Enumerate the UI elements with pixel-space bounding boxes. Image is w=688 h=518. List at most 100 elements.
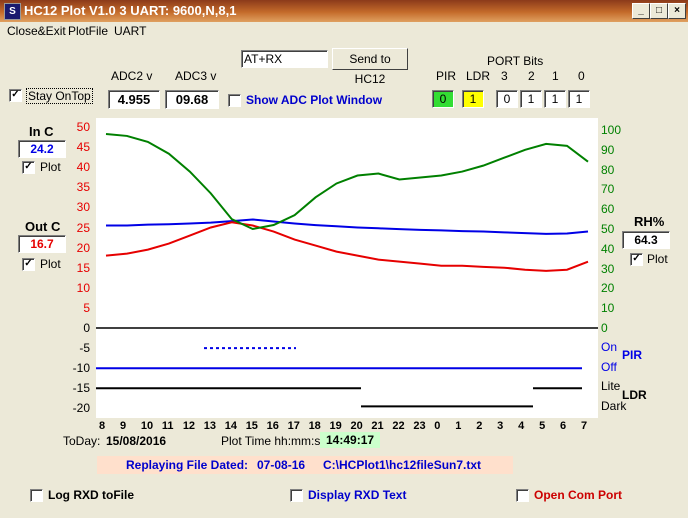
menu-close-exit[interactable]: Close&Exit — [7, 24, 66, 38]
menu-bar: Close&Exit PlotFile UART — [0, 22, 688, 40]
x-tick: 8 — [99, 420, 106, 432]
port-bit-3: 0 — [496, 90, 518, 108]
maximize-button[interactable]: □ — [650, 3, 668, 19]
x-tick: 20 — [350, 420, 363, 432]
x-tick: 5 — [539, 420, 546, 432]
y-tick-lower: -20 — [72, 401, 90, 416]
y-tick-temp: 20 — [76, 240, 90, 255]
axis-off-label: Off — [601, 360, 617, 374]
replay-date: 07-08-16 — [257, 458, 306, 472]
series-inc — [106, 218, 589, 235]
x-tick: 18 — [308, 420, 321, 432]
y-tick-rh: 70 — [601, 182, 615, 197]
send-to-hc12-button[interactable]: Send to HC12 — [332, 48, 408, 86]
title-bar[interactable]: S HC12 Plot V1.0 3 UART: 9600,N,8,1 _ □ … — [0, 0, 688, 22]
replay-path: C:\HCPlot1\hc12fileSun7.txt — [323, 458, 482, 472]
out-c-plot-label: Plot — [40, 257, 61, 271]
log-rxd-checkbox[interactable] — [30, 489, 43, 502]
out-c-value: 16.7 — [18, 235, 66, 253]
command-input[interactable]: AT+RX — [241, 50, 328, 68]
in-c-plot-checkbox[interactable]: ✓ — [22, 161, 35, 174]
stay-on-top-checkbox[interactable]: ✓ — [9, 89, 22, 102]
log-rxd-label: Log RXD toFile — [48, 488, 134, 502]
series-rh — [105, 132, 589, 231]
plot-area[interactable] — [96, 118, 598, 418]
display-rxd-checkbox[interactable] — [290, 489, 303, 502]
x-tick: 4 — [518, 420, 525, 432]
y-tick-rh: 100 — [601, 123, 622, 137]
x-tick: 13 — [203, 420, 217, 432]
x-tick: 15 — [245, 420, 258, 432]
today-value: 15/08/2016 — [106, 434, 167, 448]
today-label: ToDay: — [63, 434, 101, 448]
open-com-checkbox[interactable] — [516, 489, 529, 502]
y-tick-temp: 10 — [76, 280, 90, 295]
adc2-label: ADC2 v — [111, 69, 153, 83]
open-com-label: Open Com Port — [534, 488, 623, 502]
port-bit-ldr: 1 — [462, 90, 484, 108]
y-tick-rh: 40 — [601, 241, 615, 256]
y-tick-rh: 80 — [601, 162, 615, 177]
x-tick: 2 — [476, 420, 483, 432]
y-tick-temp: 45 — [76, 140, 90, 155]
menu-plotfile[interactable]: PlotFile — [68, 24, 108, 38]
port-bit-2: 1 — [520, 90, 542, 108]
rh-plot-label: Plot — [647, 252, 668, 266]
x-tick: 1 — [455, 420, 462, 432]
rh-title: RH% — [634, 214, 665, 229]
y-tick-lower: -15 — [72, 381, 90, 396]
x-tick: 9 — [119, 420, 127, 432]
y-tick-rh: 60 — [601, 202, 615, 217]
x-tick: 23 — [413, 420, 426, 432]
window-title: HC12 Plot V1.0 3 UART: 9600,N,8,1 — [24, 3, 237, 18]
x-tick: 16 — [266, 420, 279, 432]
plot-time-label: Plot Time hh:mm:ss — [221, 434, 327, 448]
y-tick-temp: 50 — [76, 120, 90, 134]
y-tick-temp: 25 — [76, 220, 90, 235]
x-tick: 22 — [392, 420, 405, 432]
in-c-plot-label: Plot — [40, 160, 61, 174]
axis-pir-label: PIR — [622, 348, 643, 362]
y-tick-rh: 50 — [601, 222, 615, 236]
port-label-ldr: LDR — [466, 69, 491, 83]
x-tick: 11 — [161, 420, 174, 432]
axis-on-label: On — [601, 340, 618, 354]
y-tick-rh: 10 — [601, 301, 615, 316]
x-tick: 19 — [329, 420, 342, 432]
port-label-0: 0 — [578, 69, 585, 83]
show-adc-checkbox[interactable] — [228, 94, 241, 107]
port-label-1: 1 — [552, 69, 559, 83]
y-tick-temp: 15 — [76, 260, 90, 275]
close-button[interactable]: × — [668, 3, 686, 19]
x-tick: 12 — [182, 420, 196, 432]
y-tick-lower: 0 — [83, 321, 90, 335]
rh-value: 64.3 — [622, 231, 670, 249]
axis-lite-label: Lite — [601, 379, 621, 393]
x-tick: 6 — [560, 420, 567, 432]
in-c-title: In C — [29, 124, 54, 139]
port-bit-pir: 0 — [432, 90, 454, 108]
replay-label: Replaying File Dated: — [126, 458, 249, 472]
x-tick: 21 — [371, 420, 384, 432]
axis-ldr-label: LDR — [622, 388, 647, 402]
port-bit-1: 1 — [544, 90, 566, 108]
y-tick-temp: 5 — [83, 300, 90, 315]
rh-plot-checkbox[interactable]: ✓ — [630, 253, 643, 266]
x-tick: 10 — [140, 420, 154, 432]
y-tick-temp: 30 — [76, 200, 90, 215]
out-c-plot-checkbox[interactable]: ✓ — [22, 258, 35, 271]
x-tick: 17 — [287, 420, 300, 432]
menu-uart[interactable]: UART — [114, 24, 146, 38]
minimize-button[interactable]: _ — [632, 3, 650, 19]
y-tick-temp: 40 — [76, 160, 90, 175]
x-tick: 7 — [581, 420, 588, 432]
port-label-2: 2 — [528, 69, 535, 83]
y-tick-rh: 20 — [601, 281, 615, 296]
adc3-value: 09.68 — [165, 90, 219, 109]
series-outc — [105, 221, 589, 272]
x-tick: 14 — [224, 420, 237, 432]
stay-on-top-label: Stay OnTop — [26, 88, 93, 104]
port-label-3: 3 — [501, 69, 508, 83]
app-icon: S — [4, 3, 21, 20]
replay-banner: Replaying File Dated: 07-08-16 C:\HCPlot… — [97, 456, 513, 474]
